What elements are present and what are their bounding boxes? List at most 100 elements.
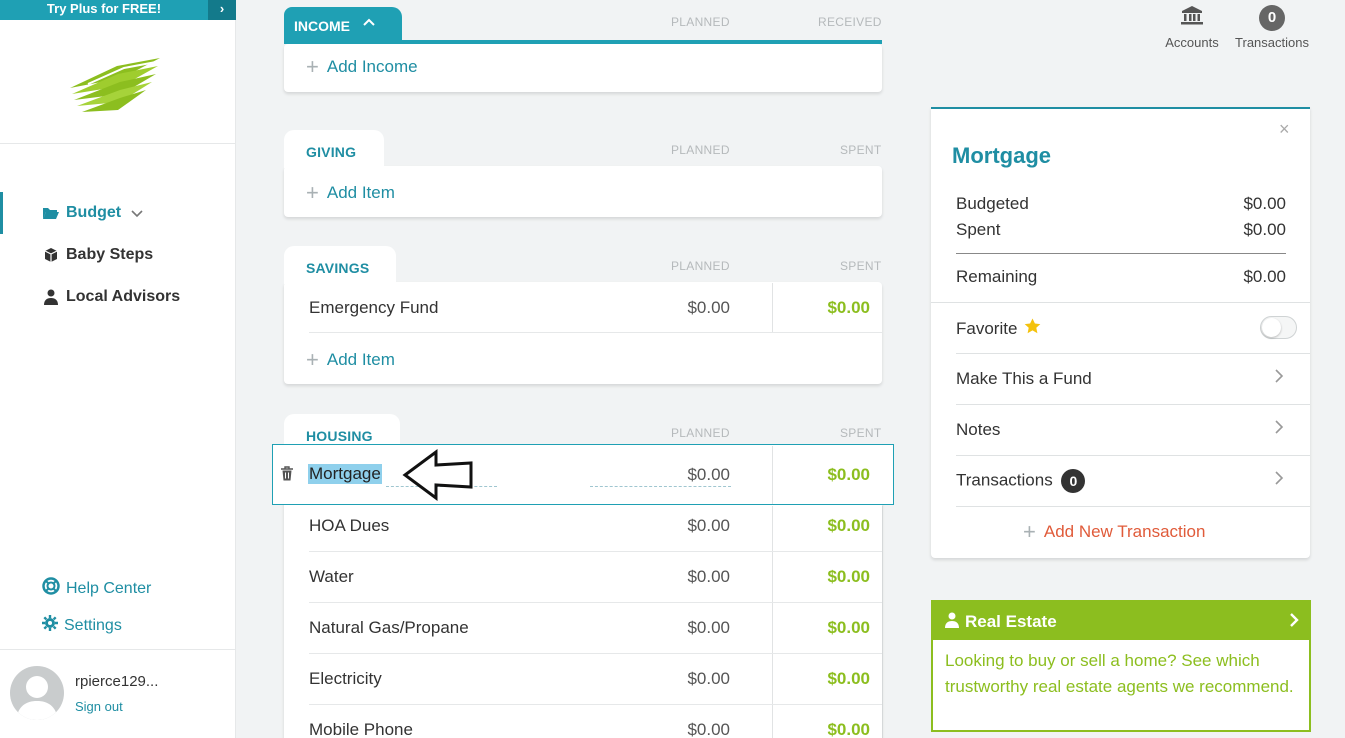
transactions-button[interactable]: 0 Transactions <box>1232 5 1312 50</box>
giving-spent-header: SPENT <box>840 143 882 157</box>
row-divider <box>309 551 882 552</box>
giving-title[interactable]: GIVING <box>306 144 356 160</box>
settings-label[interactable]: Settings <box>64 617 122 635</box>
nav-baby-steps-label[interactable]: Baby Steps <box>66 246 153 264</box>
notes-label[interactable]: Notes <box>956 420 1000 440</box>
nav-budget[interactable]: Budget <box>42 204 143 222</box>
budget-item-name[interactable]: Mobile Phone <box>309 720 413 738</box>
add-item-label[interactable]: Add Item <box>327 183 395 203</box>
planned-input-underline <box>590 486 731 487</box>
chevron-down-icon[interactable] <box>131 206 143 221</box>
settings-link[interactable]: Settings <box>42 615 122 636</box>
accounts-button[interactable]: Accounts <box>1160 5 1224 50</box>
housing-planned-header: PLANNED <box>671 426 730 440</box>
add-new-transaction-button[interactable]: + Add New Transaction <box>1023 521 1205 543</box>
favorite-row[interactable]: Favorite <box>956 318 1041 339</box>
sign-out-link[interactable]: Sign out <box>75 699 123 714</box>
nav-baby-steps[interactable]: Baby Steps <box>42 246 153 264</box>
budget-item-name[interactable]: Emergency Fund <box>309 298 438 318</box>
favorite-toggle[interactable] <box>1260 316 1297 339</box>
income-title[interactable]: INCOME <box>294 18 350 34</box>
budget-item-name[interactable]: Natural Gas/Propane <box>309 618 469 638</box>
chevron-right-icon[interactable] <box>1274 419 1284 440</box>
chevron-right-icon[interactable]: › <box>208 0 236 20</box>
transactions-label[interactable]: Transactions <box>1232 35 1312 50</box>
add-income-button[interactable]: + Add Income <box>306 56 418 78</box>
divider <box>956 353 1310 354</box>
item-spent-value[interactable]: $0.00 <box>790 465 870 485</box>
nav-local-advisors-label[interactable]: Local Advisors <box>66 288 180 306</box>
add-new-transaction-label[interactable]: Add New Transaction <box>1044 522 1206 542</box>
try-plus-label[interactable]: Try Plus for FREE! <box>0 0 208 20</box>
budget-item-name[interactable]: Water <box>309 567 354 587</box>
detail-transactions-count: 0 <box>1061 469 1086 493</box>
plus-icon: + <box>306 54 319 79</box>
cube-icon <box>42 247 60 263</box>
avatar[interactable] <box>10 666 64 720</box>
star-icon <box>1024 318 1041 338</box>
budget-item-planned[interactable]: $0.00 <box>650 567 730 587</box>
spent-value: $0.00 <box>1243 220 1286 239</box>
divider <box>0 143 236 144</box>
income-tab[interactable]: INCOME <box>284 7 402 44</box>
accounts-label[interactable]: Accounts <box>1160 35 1224 50</box>
budget-item-spent[interactable]: $0.00 <box>790 298 870 318</box>
budget-item-name[interactable]: Electricity <box>309 669 382 689</box>
budget-item-planned[interactable]: $0.00 <box>650 618 730 638</box>
make-fund-label[interactable]: Make This a Fund <box>956 369 1092 389</box>
savings-tab[interactable]: SAVINGS <box>284 246 396 284</box>
everydollar-logo <box>70 58 160 112</box>
help-center-link[interactable]: Help Center <box>42 577 151 600</box>
housing-spent-header: SPENT <box>840 426 882 440</box>
real-estate-title[interactable]: Real Estate <box>965 612 1057 632</box>
divider <box>956 506 1310 507</box>
detail-transactions-label[interactable]: Transactions <box>956 470 1053 489</box>
add-item-label[interactable]: Add Item <box>327 350 395 370</box>
budgeted-label: Budgeted <box>956 194 1029 213</box>
try-plus-banner[interactable]: Try Plus for FREE! › <box>0 0 236 20</box>
spent-label: Spent <box>956 220 1001 239</box>
plus-icon: + <box>306 180 319 205</box>
budget-item-planned[interactable]: $0.00 <box>650 516 730 536</box>
favorite-label[interactable]: Favorite <box>956 319 1017 338</box>
add-savings-item-button[interactable]: + Add Item <box>306 349 395 371</box>
budget-item-planned[interactable]: $0.00 <box>650 720 730 738</box>
budget-item-spent[interactable]: $0.00 <box>790 516 870 536</box>
nav-budget-label[interactable]: Budget <box>66 204 121 222</box>
active-indicator <box>0 192 3 234</box>
budget-item-spent[interactable]: $0.00 <box>790 618 870 638</box>
budget-item-planned[interactable]: $0.00 <box>650 669 730 689</box>
bank-icon <box>1160 5 1224 29</box>
divider <box>956 455 1310 456</box>
transactions-row[interactable]: Transactions 0 <box>956 469 1086 493</box>
add-income-label[interactable]: Add Income <box>327 57 418 77</box>
budget-item-spent[interactable]: $0.00 <box>790 720 870 738</box>
giving-tab[interactable]: GIVING <box>284 130 384 168</box>
budget-item-spent[interactable]: $0.00 <box>790 669 870 689</box>
row-divider <box>309 704 882 705</box>
budget-item-spent[interactable]: $0.00 <box>790 567 870 587</box>
item-name-input[interactable]: Mortgage <box>308 464 382 484</box>
real-estate-header[interactable]: Real Estate <box>933 602 1309 640</box>
budget-item-name[interactable]: HOA Dues <box>309 516 389 536</box>
chevron-right-icon[interactable] <box>1289 612 1299 633</box>
transactions-count-badge: 0 <box>1259 5 1285 31</box>
item-planned-input[interactable]: $0.00 <box>650 465 730 485</box>
help-center-label[interactable]: Help Center <box>66 580 151 598</box>
real-estate-body[interactable]: Looking to buy or sell a home? See which… <box>945 648 1295 700</box>
nav-local-advisors[interactable]: Local Advisors <box>42 288 180 306</box>
chevron-up-icon[interactable] <box>362 15 376 32</box>
housing-title[interactable]: HOUSING <box>306 428 373 444</box>
income-received-header: RECEIVED <box>818 15 882 29</box>
add-giving-item-button[interactable]: + Add Item <box>306 182 395 204</box>
chevron-right-icon[interactable] <box>1274 368 1284 389</box>
savings-title[interactable]: SAVINGS <box>306 260 369 276</box>
close-icon[interactable]: × <box>1279 119 1290 140</box>
chevron-right-icon[interactable] <box>1274 470 1284 491</box>
sidebar: Try Plus for FREE! › Budget Baby Steps L… <box>0 0 236 738</box>
gear-icon <box>42 615 58 636</box>
real-estate-promo[interactable]: Real Estate Looking to buy or sell a hom… <box>931 600 1311 732</box>
trash-icon[interactable] <box>280 466 294 487</box>
budget-item-planned[interactable]: $0.00 <box>650 298 730 318</box>
savings-planned-header: PLANNED <box>671 259 730 273</box>
